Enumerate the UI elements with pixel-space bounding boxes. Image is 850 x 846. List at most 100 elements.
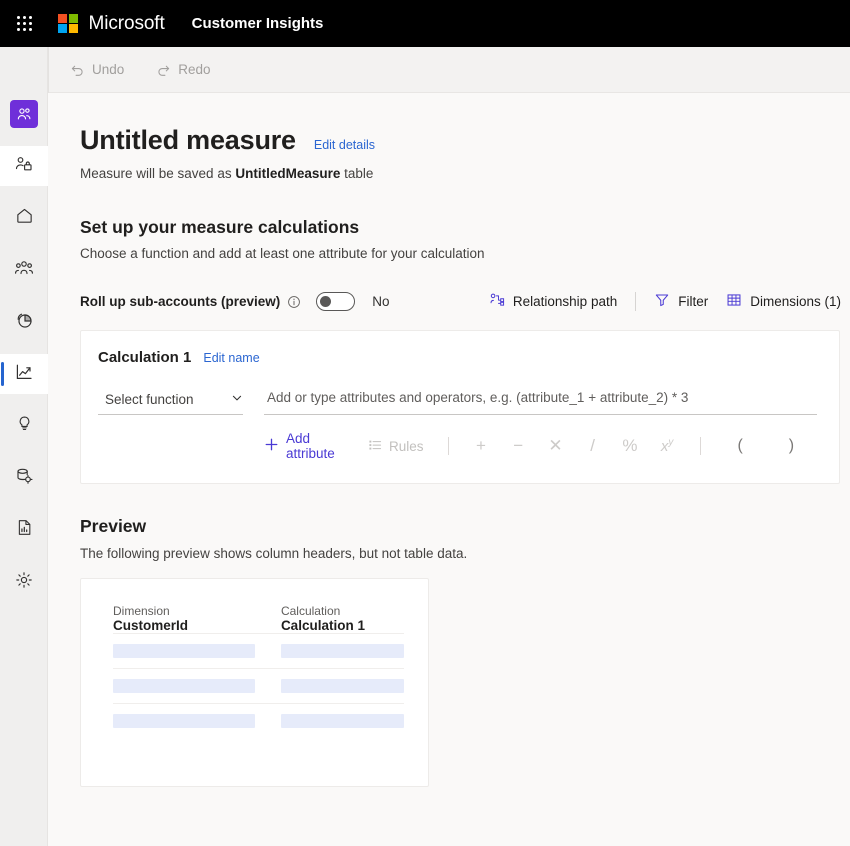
operator-toolbar: Add attribute Rules + − ✕ / % xy () (98, 431, 817, 461)
add-attribute-button[interactable]: Add attribute (264, 431, 352, 461)
command-bar: Undo Redo (0, 46, 850, 93)
setup-heading: Set up your measure calculations (80, 217, 360, 237)
sidebar-item-segments[interactable] (0, 302, 48, 342)
rollup-sub-accounts-group: Roll up sub-accounts (preview) No (80, 292, 390, 311)
command-bar-divider (48, 46, 49, 93)
actions-divider (635, 292, 637, 311)
waffle-grid (16, 16, 32, 31)
preview-column-name-1: Calculation 1 (280, 618, 365, 633)
redo-arrow-icon (156, 62, 171, 77)
calculation-inputs-row: Select function (98, 389, 817, 415)
close-paren-operator[interactable]: ) (780, 437, 803, 455)
sidebar-item-admin-tile[interactable] (0, 146, 48, 186)
table-row (113, 633, 404, 669)
relationship-path-button[interactable]: Relationship path (480, 288, 626, 315)
dimensions-label: Dimensions (1) (750, 294, 841, 309)
setup-subheading: Choose a function and add at least one a… (80, 246, 485, 261)
table-grid-icon (726, 292, 742, 311)
rollup-label: Roll up sub-accounts (preview) (80, 294, 281, 309)
add-attribute-label: Add attribute (286, 431, 335, 461)
people-group-icon (14, 258, 34, 283)
filter-button[interactable]: Filter (645, 288, 717, 315)
rollup-toggle[interactable] (316, 292, 356, 311)
plus-icon (264, 437, 279, 455)
info-circle-icon[interactable] (287, 295, 301, 309)
edit-details-link[interactable]: Edit details (314, 138, 375, 152)
home-icon (15, 206, 34, 230)
app-launcher-icon[interactable] (0, 0, 48, 47)
saved-as-prefix: Measure will be saved as (80, 166, 236, 181)
preview-column-name-0: CustomerId (113, 618, 189, 633)
gear-icon (14, 570, 34, 595)
options-row: Roll up sub-accounts (preview) No Relati… (80, 288, 850, 315)
sidebar-item-data[interactable] (0, 458, 48, 498)
expression-field[interactable] (264, 389, 817, 415)
preview-column-gap (255, 604, 281, 618)
chevron-down-icon (231, 392, 243, 407)
saved-as-note: Measure will be saved as UntitledMeasure… (80, 166, 850, 181)
lightbulb-icon (15, 414, 34, 438)
rules-label: Rules (389, 438, 424, 454)
skeleton-cell (280, 634, 404, 669)
dimensions-button[interactable]: Dimensions (1) (717, 288, 850, 315)
sidebar-item-settings[interactable] (0, 562, 48, 602)
measure-actions: Relationship path Filter Dimensions (1) (480, 288, 850, 315)
sidebar-item-home[interactable] (0, 198, 48, 238)
percent-operator[interactable]: % (618, 436, 641, 456)
skeleton-bar (113, 644, 256, 658)
relationship-path-label: Relationship path (512, 294, 618, 309)
pie-chart-icon (14, 310, 34, 335)
people-icon (10, 100, 38, 128)
skeleton-cell (113, 634, 256, 669)
sidebar-nav (0, 47, 48, 846)
skeleton-cell (113, 704, 256, 739)
calculation-header: Calculation 1 Edit name (98, 349, 817, 366)
sidebar-item-customers[interactable] (0, 250, 48, 290)
page-title: Untitled measure (80, 125, 296, 155)
expression-input[interactable] (267, 390, 817, 405)
table-row (113, 668, 404, 704)
preview-card: Dimension Calculation CustomerId Calcula… (80, 578, 429, 787)
calculation-card: Calculation 1 Edit name Select function (80, 330, 840, 484)
redo-label: Redo (178, 62, 211, 77)
microsoft-logo-icon (58, 13, 78, 34)
function-select-value: Select function (105, 392, 194, 407)
skeleton-cell (280, 669, 404, 704)
brand-bar: Microsoft Customer Insights (0, 0, 850, 47)
preview-subheading: The following preview shows column heade… (80, 546, 468, 561)
undo-button[interactable]: Undo (59, 57, 135, 82)
power-exponent: y (668, 437, 674, 448)
skeleton-cell (280, 704, 404, 739)
people-lock-icon (14, 154, 34, 179)
sidebar-item-measures[interactable] (0, 354, 48, 394)
power-operator[interactable]: xy (656, 437, 679, 455)
minus-operator[interactable]: − (507, 436, 530, 456)
sidebar-item-profile-tile[interactable] (0, 94, 48, 134)
saved-as-table-name: UntitledMeasure (235, 166, 341, 181)
line-chart-icon (14, 362, 34, 387)
filter-label: Filter (678, 294, 709, 309)
function-select[interactable]: Select function (98, 392, 243, 415)
plus-operator[interactable]: + (469, 436, 492, 456)
undo-label: Undo (92, 62, 125, 77)
skeleton-cell (113, 669, 256, 704)
edit-name-link[interactable]: Edit name (203, 351, 259, 365)
preview-column-kind-0: Dimension (113, 604, 170, 618)
multiply-operator[interactable]: ✕ (544, 436, 567, 456)
rules-button[interactable]: Rules (368, 438, 424, 455)
page-header: Untitled measure Edit details (80, 125, 850, 156)
divide-operator[interactable]: / (581, 436, 604, 456)
database-gear-icon (14, 466, 34, 491)
report-document-icon (15, 518, 34, 542)
preview-kind-row: Dimension Calculation (113, 604, 404, 618)
skeleton-bar (280, 644, 404, 658)
relationship-path-icon (489, 292, 505, 311)
open-paren-operator[interactable]: ( (729, 437, 752, 455)
main-content: Untitled measure Edit details Measure wi… (49, 93, 850, 846)
rollup-toggle-value: No (372, 294, 390, 309)
sidebar-item-reports[interactable] (0, 510, 48, 550)
saved-as-suffix: table (340, 166, 374, 181)
skeleton-bar (113, 679, 256, 693)
sidebar-item-intelligence[interactable] (0, 406, 48, 446)
redo-button[interactable]: Redo (145, 57, 221, 82)
